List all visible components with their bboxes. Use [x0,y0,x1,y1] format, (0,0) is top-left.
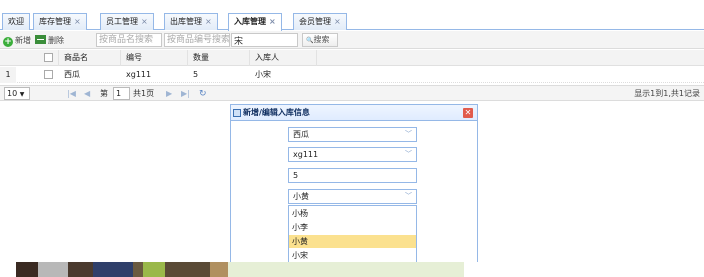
dialog-header: 新增/编辑入库信息 ✕ [231,105,477,121]
quantity-input[interactable]: 5 [288,168,417,183]
cell-person: 小宋 [255,70,271,79]
page-prefix: 第 [100,89,108,98]
product-select[interactable]: 西瓜 ﹀ [288,127,417,142]
column-divider [316,50,317,66]
cell-code: xg111 [126,70,152,79]
first-page-icon[interactable]: |◀ [67,88,76,100]
close-icon[interactable]: ✕ [463,108,473,118]
taskbar-strip [16,262,704,277]
taskbar-segment [210,262,228,277]
add-icon: + [3,37,13,47]
page-summary: 显示1到1,共1记录 [634,89,700,98]
chevron-down-icon: ﹀ [405,150,412,158]
chevron-down-icon: ﹀ [405,192,412,200]
person-dropdown-list: 小杨 小李 小黄 小宋 [288,205,417,263]
taskbar-segment [464,262,704,277]
page-number-input[interactable]: 1 [113,87,130,100]
taskbar-segment [228,262,464,277]
dropdown-option[interactable]: 小杨 [289,207,416,220]
add-button[interactable]: + 新增 [3,34,31,47]
row-number: 1 [0,67,16,83]
tab-welcome[interactable]: 欢迎 [2,13,30,30]
dropdown-option-selected[interactable]: 小黄 [289,235,416,248]
tab-close-icon[interactable]: × [334,17,341,26]
person-search-input[interactable] [231,33,298,47]
tab-label: 会员管理 [299,17,331,26]
row-checkbox[interactable] [44,70,53,79]
delete-label: 删除 [48,36,64,45]
taskbar-segment [93,262,133,277]
tab-outbound[interactable]: 出库管理 × [164,13,218,30]
refresh-icon[interactable]: ↻ [199,88,207,100]
tab-close-icon[interactable]: × [74,17,81,26]
column-divider [120,50,121,66]
column-header-person[interactable]: 入库人 [255,50,279,65]
taskbar-segment [68,262,93,277]
person-select[interactable]: 小黄 ﹀ [288,189,417,204]
dropdown-option[interactable]: 小李 [289,221,416,234]
column-header-code[interactable]: 编号 [126,50,142,65]
column-divider [249,50,250,66]
dropdown-arrow-icon: ▼ [19,91,25,98]
tab-label: 出库管理 [170,17,202,26]
taskbar-segment [38,262,68,277]
toolbar: +新增 删除 🔍搜索 [0,31,704,49]
grid-header: 商品名 编号 数量 入库人 [0,50,704,66]
prev-page-icon[interactable]: ◀ [84,88,90,100]
product-select-value: 西瓜 [293,130,309,139]
table-row[interactable]: 1 西瓜 xg111 5 小宋 [0,67,704,83]
person-select-value: 小黄 [293,192,309,201]
tab-members[interactable]: 会员管理 × [293,13,347,30]
select-all-checkbox[interactable] [44,53,53,62]
taskbar-segment [143,262,165,277]
search-button[interactable]: 🔍搜索 [302,33,338,47]
cell-name: 西瓜 [64,70,80,79]
tab-inbound[interactable]: 入库管理 × [228,13,282,31]
cell-qty: 5 [193,70,199,79]
code-select-value: xg111 [293,150,319,159]
column-divider [58,50,59,66]
pagination-bar: 10 ▼ |◀ ◀ 第 1 共1页 ▶ ▶| ↻ 显示1到1,共1记录 [0,85,704,101]
tab-label: 欢迎 [8,17,24,26]
column-header-qty[interactable]: 数量 [193,50,209,65]
product-name-search-input[interactable] [96,33,162,47]
page-total: 共1页 [133,89,155,98]
chevron-down-icon: ﹀ [405,130,412,138]
taskbar-segment [133,262,143,277]
tab-label: 员工管理 [106,17,138,26]
add-label: 新增 [15,36,31,45]
tab-inventory[interactable]: 库存管理 × [33,13,87,30]
taskbar-segment [165,262,210,277]
tab-label: 入库管理 [234,17,266,26]
dialog-title: 新增/编辑入库信息 [243,108,310,117]
column-divider [187,50,188,66]
quantity-value: 5 [293,171,299,180]
tab-close-icon[interactable]: × [141,17,148,26]
form-icon [233,109,241,117]
delete-icon [35,35,46,44]
code-select[interactable]: xg111 ﹀ [288,147,417,162]
product-code-search-input[interactable] [164,33,230,47]
page-size-select[interactable]: 10 ▼ [4,87,30,100]
column-header-name[interactable]: 商品名 [64,50,88,65]
tab-staff[interactable]: 员工管理 × [100,13,154,30]
edit-inbound-dialog: 新增/编辑入库信息 ✕ 西瓜 ﹀ xg111 ﹀ 5 小黄 ﹀ 小杨 小李 小黄 小宋 [230,104,478,277]
tab-close-icon[interactable]: × [269,17,276,26]
tab-label: 库存管理 [39,17,71,26]
taskbar-segment [16,262,38,277]
tab-bar: 欢迎 库存管理 × 员工管理 × 出库管理 × 入库管理 × 会员管理 × [0,0,704,31]
search-label: 搜索 [313,35,330,44]
last-page-icon[interactable]: ▶| [181,88,190,100]
dropdown-option[interactable]: 小宋 [289,249,416,262]
delete-button[interactable]: 删除 [35,34,64,47]
next-page-icon[interactable]: ▶ [166,88,172,100]
page-size-value: 10 [7,89,18,98]
tab-close-icon[interactable]: × [205,17,212,26]
